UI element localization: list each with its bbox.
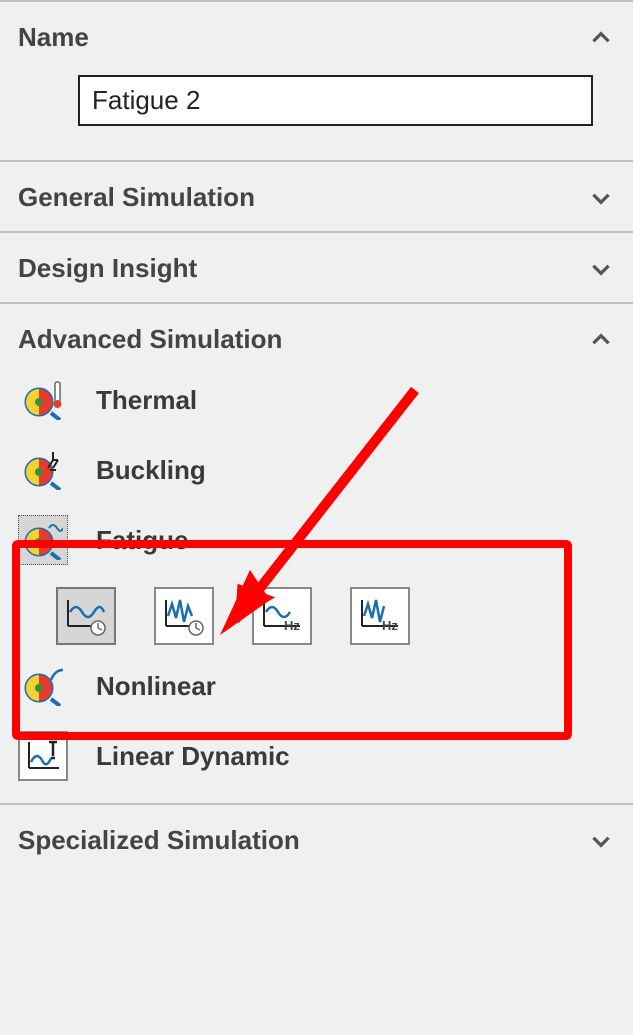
fatigue-sub-options: Hz Hz bbox=[18, 579, 615, 655]
chevron-up-icon bbox=[587, 326, 615, 354]
study-type-fatigue[interactable]: Fatigue bbox=[18, 509, 615, 579]
section-header-advanced[interactable]: Advanced Simulation bbox=[18, 324, 615, 355]
section-general-simulation: General Simulation bbox=[0, 162, 633, 233]
study-type-buckling[interactable]: Buckling bbox=[18, 439, 615, 509]
study-properties-panel: Name General Simulation Design Insight bbox=[0, 0, 633, 874]
section-header-design[interactable]: Design Insight bbox=[18, 253, 615, 284]
section-title-general: General Simulation bbox=[18, 182, 255, 213]
fatigue-option-harmonic[interactable]: Hz bbox=[252, 587, 312, 645]
linear-dynamic-label: Linear Dynamic bbox=[96, 741, 290, 772]
name-input-container bbox=[18, 53, 615, 142]
nonlinear-label: Nonlinear bbox=[96, 671, 216, 702]
section-title-specialized: Specialized Simulation bbox=[18, 825, 300, 856]
advanced-sim-list: Thermal Buckling bbox=[18, 355, 615, 785]
section-design-insight: Design Insight bbox=[0, 233, 633, 304]
study-type-linear-dynamic[interactable]: Linear Dynamic bbox=[18, 725, 615, 785]
linear-dynamic-icon bbox=[18, 731, 68, 781]
section-name: Name bbox=[0, 0, 633, 162]
fatigue-label: Fatigue bbox=[96, 525, 188, 556]
thermal-icon bbox=[18, 375, 68, 425]
section-specialized-simulation: Specialized Simulation bbox=[0, 805, 633, 874]
buckling-label: Buckling bbox=[96, 455, 206, 486]
fatigue-option-random-vibration[interactable]: Hz bbox=[350, 587, 410, 645]
fatigue-option-constant-amplitude[interactable] bbox=[56, 587, 116, 645]
thermal-label: Thermal bbox=[96, 385, 197, 416]
buckling-icon bbox=[18, 445, 68, 495]
study-name-input[interactable] bbox=[78, 75, 593, 126]
chevron-down-icon bbox=[587, 827, 615, 855]
svg-text:Hz: Hz bbox=[284, 618, 300, 633]
fatigue-icon bbox=[18, 515, 68, 565]
section-title-advanced: Advanced Simulation bbox=[18, 324, 282, 355]
section-title-name: Name bbox=[18, 22, 89, 53]
study-type-thermal[interactable]: Thermal bbox=[18, 369, 615, 439]
chevron-down-icon bbox=[587, 255, 615, 283]
chevron-down-icon bbox=[587, 184, 615, 212]
section-title-design: Design Insight bbox=[18, 253, 197, 284]
section-header-name[interactable]: Name bbox=[18, 22, 615, 53]
fatigue-option-variable-amplitude[interactable] bbox=[154, 587, 214, 645]
chevron-up-icon bbox=[587, 24, 615, 52]
svg-text:Hz: Hz bbox=[382, 618, 398, 633]
nonlinear-icon bbox=[18, 661, 68, 711]
section-header-general[interactable]: General Simulation bbox=[18, 182, 615, 213]
study-type-nonlinear[interactable]: Nonlinear bbox=[18, 655, 615, 725]
section-advanced-simulation: Advanced Simulation bbox=[0, 304, 633, 805]
section-header-specialized[interactable]: Specialized Simulation bbox=[18, 825, 615, 856]
